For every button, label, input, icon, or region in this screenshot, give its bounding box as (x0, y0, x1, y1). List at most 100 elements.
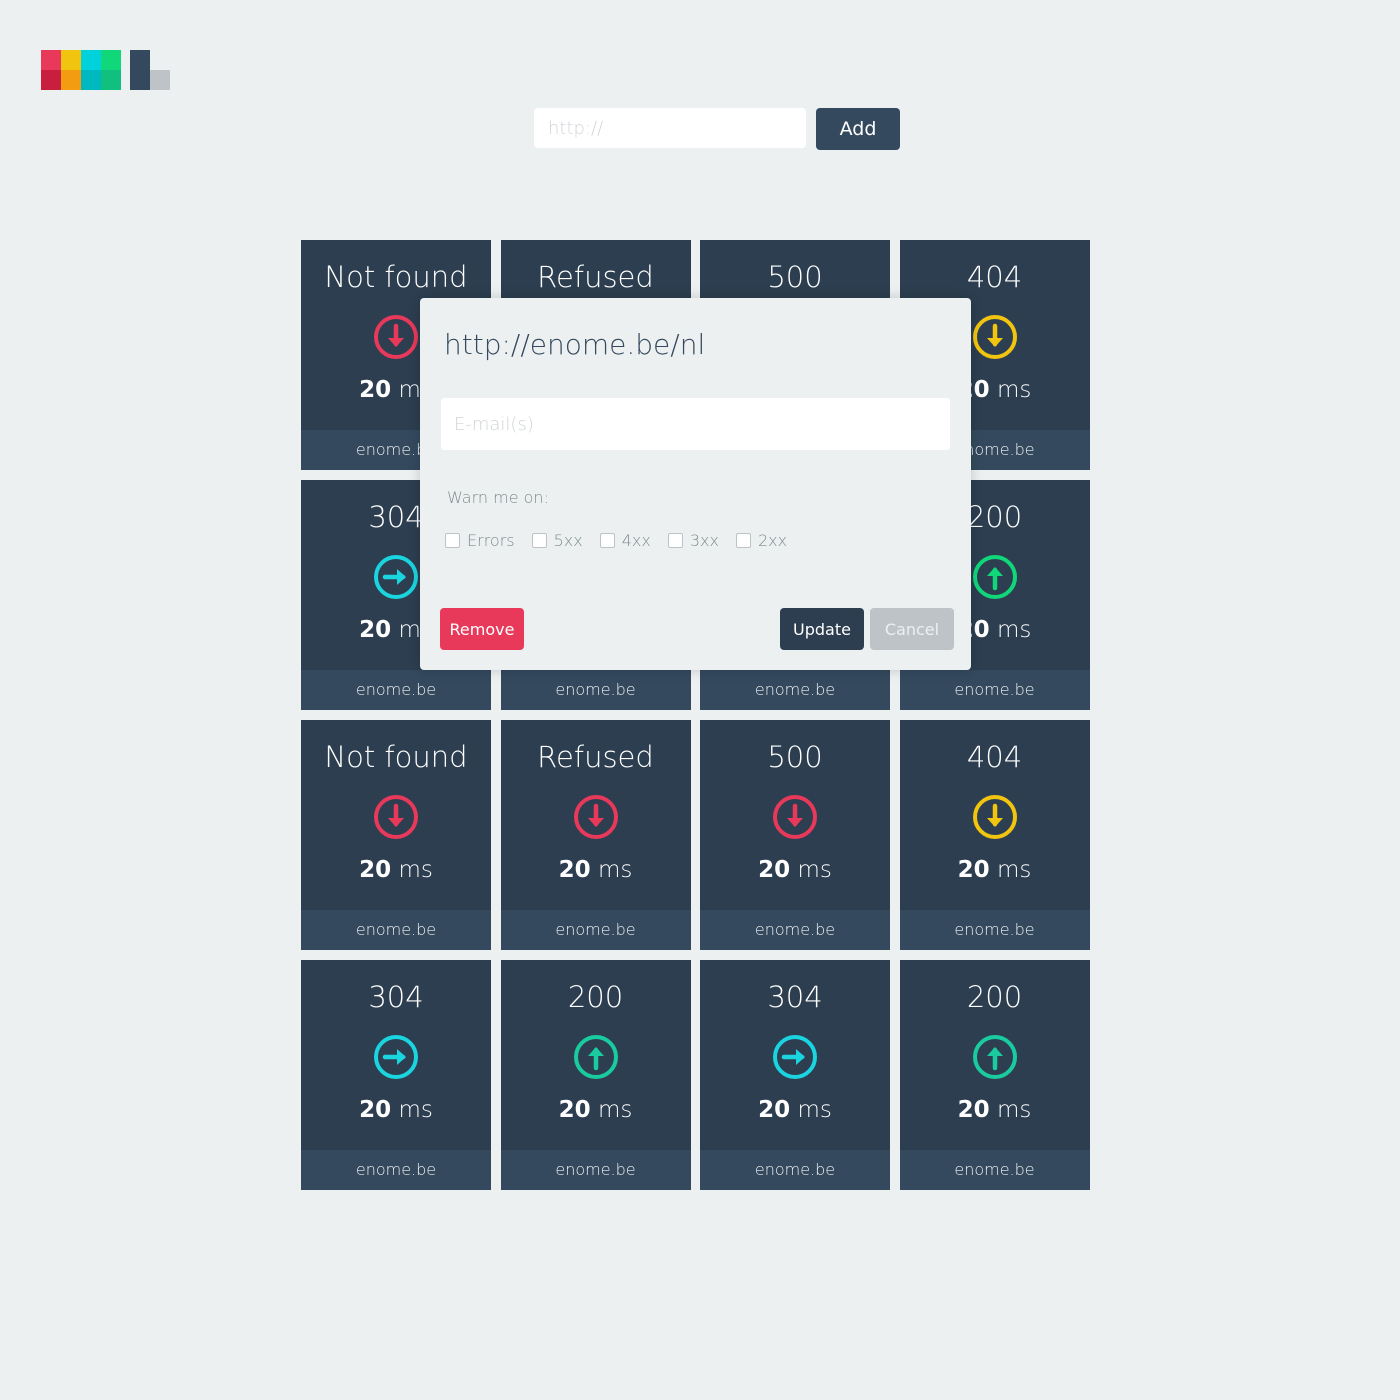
response-time-value: 20 (957, 1097, 990, 1123)
logo-block (61, 50, 81, 70)
cancel-button[interactable]: Cancel (870, 608, 954, 650)
status-text: Refused (537, 260, 654, 294)
option-label: 3xx (689, 530, 719, 550)
option-4xx[interactable]: 4xx (599, 530, 651, 550)
add-button[interactable]: Add (816, 108, 900, 150)
dialog-title: http://enome.be/nl (444, 328, 706, 361)
option-5xx[interactable]: 5xx (531, 530, 583, 550)
checkbox[interactable] (736, 532, 751, 548)
site-settings-dialog: http://enome.be/nl Warn me on: Errors 5x… (420, 298, 971, 670)
arrow-down-circle-icon (972, 314, 1018, 360)
option-label: Errors (467, 530, 515, 550)
response-time-value: 20 (957, 857, 990, 883)
arrow-down-circle-icon (373, 314, 419, 360)
option-label: 5xx (553, 530, 583, 550)
checkbox[interactable] (667, 532, 683, 548)
response-time: 20 ms (501, 857, 691, 883)
logo-block (101, 50, 121, 70)
arrow-right-circle-icon (373, 1034, 419, 1080)
checkbox[interactable] (445, 532, 460, 548)
status-text: Not found (324, 260, 468, 294)
status-text: 404 (966, 260, 1023, 294)
app-logo (41, 50, 171, 90)
site-tile[interactable]: Not found 20 ms enome.be (301, 720, 491, 950)
site-tile[interactable]: Refused 20 ms enome.be (500, 720, 691, 950)
checkbox[interactable] (599, 532, 615, 548)
response-time: 20 ms (301, 857, 491, 883)
status-text: 304 (368, 980, 424, 1014)
site-tile[interactable]: 500 20 ms enome.be (700, 720, 890, 950)
site-domain: enome.be (500, 670, 691, 710)
arrow-right-circle-icon (373, 554, 419, 600)
response-time-unit: ms (797, 1097, 832, 1123)
site-domain: enome.be (301, 670, 491, 710)
response-time: 20 ms (700, 1097, 890, 1123)
response-time-value: 20 (758, 857, 791, 883)
status-text: 304 (767, 980, 823, 1014)
status-text: Not found (324, 740, 468, 774)
option-3xx[interactable]: 3xx (667, 530, 719, 550)
url-input[interactable] (534, 108, 806, 148)
logo-block (81, 70, 101, 90)
response-time: 20 ms (900, 857, 1090, 883)
site-domain: enome.be (899, 670, 1090, 710)
response-time-value: 20 (359, 857, 392, 883)
response-time-unit: ms (996, 377, 1032, 403)
site-tile[interactable]: 304 20 ms enome.be (700, 960, 890, 1190)
status-text: Refused (537, 740, 654, 774)
response-time-value: 20 (359, 377, 392, 403)
remove-button[interactable]: Remove (440, 608, 524, 650)
logo-block (81, 50, 101, 70)
site-domain: enome.be (700, 1150, 890, 1190)
logo-block (101, 70, 121, 90)
site-domain: enome.be (700, 670, 890, 710)
site-tile[interactable]: 404 20 ms enome.be (899, 720, 1090, 950)
update-button[interactable]: Update (780, 608, 864, 650)
arrow-down-circle-icon (573, 794, 619, 840)
option-label: 4xx (621, 530, 651, 550)
response-time: 20 ms (700, 857, 890, 883)
arrow-right-circle-icon (772, 1034, 818, 1080)
response-time-unit: ms (597, 857, 633, 883)
email-field[interactable] (441, 398, 950, 450)
response-time: 20 ms (301, 1097, 491, 1123)
option-label: 2xx (758, 530, 788, 550)
arrow-up-circle-icon (972, 554, 1018, 600)
site-domain: enome.be (301, 1150, 491, 1190)
site-domain: enome.be (899, 910, 1090, 950)
option-errors[interactable]: Errors (445, 531, 515, 550)
site-tile[interactable]: 200 20 ms enome.be (500, 960, 691, 1190)
warn-options: Errors 5xx 4xx 3xx 2xx (445, 530, 804, 550)
status-text: 404 (966, 740, 1023, 774)
site-tile[interactable]: 200 20 ms enome.be (899, 960, 1090, 1190)
response-time: 20 ms (501, 1097, 691, 1123)
response-time-unit: ms (996, 857, 1032, 883)
response-time-unit: ms (597, 1097, 633, 1123)
checkbox[interactable] (531, 532, 547, 548)
response-time-unit: ms (398, 1097, 433, 1123)
site-domain: enome.be (500, 910, 691, 950)
logo-block (130, 50, 150, 90)
site-domain: enome.be (899, 1150, 1090, 1190)
arrow-up-circle-icon (573, 1034, 619, 1080)
arrow-down-circle-icon (373, 794, 419, 840)
response-time-unit: ms (398, 857, 433, 883)
response-time-unit: ms (996, 617, 1032, 643)
status-text: 200 (567, 980, 624, 1014)
status-text: 500 (767, 740, 823, 774)
status-text: 500 (767, 260, 823, 294)
response-time-value: 20 (758, 1097, 791, 1123)
logo-block (41, 70, 61, 90)
response-time: 20 ms (900, 1097, 1090, 1123)
logo-block (41, 50, 61, 70)
arrow-down-circle-icon (972, 794, 1018, 840)
site-domain: enome.be (301, 910, 491, 950)
option-2xx[interactable]: 2xx (736, 531, 787, 550)
site-tile[interactable]: 304 20 ms enome.be (301, 960, 491, 1190)
status-text: 200 (966, 980, 1023, 1014)
arrow-up-circle-icon (972, 1034, 1018, 1080)
arrow-down-circle-icon (772, 794, 818, 840)
response-time-unit: ms (797, 857, 832, 883)
site-domain: enome.be (700, 910, 890, 950)
logo-block (150, 70, 170, 90)
